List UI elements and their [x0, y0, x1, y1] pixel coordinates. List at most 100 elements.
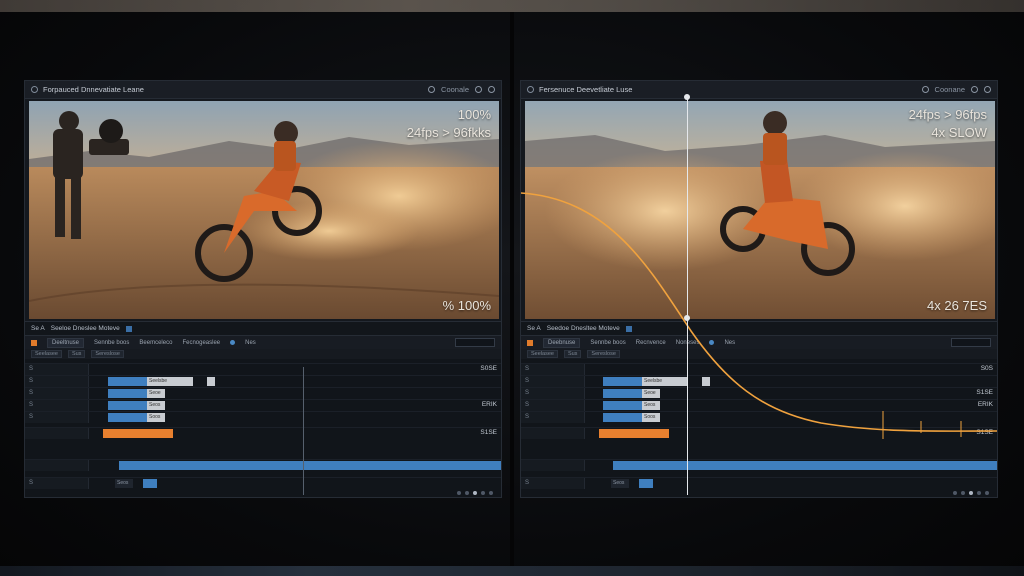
audio-clip[interactable]: [103, 429, 173, 438]
track-header[interactable]: S: [521, 376, 585, 387]
clip-label[interactable]: Seos: [611, 479, 629, 488]
right-track-area[interactable]: S S0S S Seelsbe S Seoe S1SE S Seos ERIK: [521, 359, 997, 497]
track-header[interactable]: [25, 460, 89, 471]
clip-label[interactable]: Seelsbe: [147, 377, 193, 386]
track-row[interactable]: S1SE: [25, 427, 501, 439]
track-row[interactable]: S Seos ERIK: [521, 399, 997, 411]
audio-clip[interactable]: [599, 429, 669, 438]
left-timeline-ruler[interactable]: Seelasee Sus Sereslose: [25, 349, 501, 359]
track-header[interactable]: S: [521, 412, 585, 423]
left-tool-1[interactable]: Sennbe boos: [94, 340, 129, 346]
clip-label[interactable]: Soos: [147, 413, 165, 422]
right-tool-0[interactable]: Deebnuse: [543, 337, 581, 348]
pager-dot[interactable]: [985, 491, 989, 495]
playhead-handle-icon[interactable]: [684, 94, 690, 100]
short-clip[interactable]: [639, 479, 653, 488]
pager-dot[interactable]: [953, 491, 957, 495]
left-pager[interactable]: [457, 491, 493, 495]
left-ruler-2[interactable]: Sereslose: [91, 350, 124, 358]
long-video-clip[interactable]: [613, 461, 997, 470]
left-ruler-0[interactable]: Seelasee: [31, 350, 62, 358]
track-header[interactable]: [521, 428, 585, 439]
track-header[interactable]: S: [521, 478, 585, 489]
track-header[interactable]: S: [521, 388, 585, 399]
video-clip[interactable]: [108, 413, 148, 422]
video-clip[interactable]: [603, 389, 643, 398]
track-header[interactable]: S: [521, 364, 585, 375]
right-video-viewer[interactable]: 24fps > 96fps 4x SLOW 4x 26 7ES: [525, 101, 995, 319]
right-tool-1[interactable]: Sennbe boos: [590, 340, 625, 346]
pager-dot[interactable]: [465, 491, 469, 495]
timeline-icon[interactable]: [625, 325, 632, 332]
video-clip[interactable]: [603, 401, 643, 410]
video-clip[interactable]: [603, 377, 643, 386]
track-row[interactable]: S Soos: [521, 411, 997, 423]
right-console-label[interactable]: Coonane: [935, 85, 965, 94]
track-row[interactable]: S Soos: [25, 411, 501, 423]
left-track-area[interactable]: S S0SE S Seelsbe S Seoe S Seos ERIK S So…: [25, 359, 501, 497]
power-icon[interactable]: [984, 86, 991, 93]
left-tool-0[interactable]: Deeltnuse: [47, 337, 85, 348]
right-search-box[interactable]: [951, 338, 991, 347]
video-clip[interactable]: [108, 401, 148, 410]
video-clip[interactable]: [603, 413, 643, 422]
video-clip[interactable]: [108, 377, 148, 386]
keyframe-icon[interactable]: [684, 315, 690, 321]
left-ruler-1[interactable]: Sus: [67, 350, 86, 358]
left-tool-4[interactable]: Nes: [245, 340, 256, 346]
pager-dot[interactable]: [977, 491, 981, 495]
right-tool-4[interactable]: Nes: [724, 340, 735, 346]
left-tool-2[interactable]: Beemceleco: [139, 340, 172, 346]
track-row[interactable]: S Seoe: [25, 387, 501, 399]
clip-label[interactable]: Seos: [147, 401, 165, 410]
track-header[interactable]: S: [25, 388, 89, 399]
track-header[interactable]: S: [25, 478, 89, 489]
video-clip[interactable]: [108, 389, 148, 398]
pager-dot[interactable]: [481, 491, 485, 495]
track-row[interactable]: S S0S: [521, 363, 997, 375]
right-pager[interactable]: [953, 491, 989, 495]
track-row[interactable]: S Seos: [25, 477, 501, 489]
track-header[interactable]: S: [25, 364, 89, 375]
track-header[interactable]: S: [25, 412, 89, 423]
settings-icon[interactable]: [428, 86, 436, 93]
right-ruler-2[interactable]: Sereslose: [587, 350, 620, 358]
track-row[interactable]: [521, 459, 997, 471]
track-row[interactable]: S1SE: [521, 427, 997, 439]
track-header[interactable]: [521, 460, 585, 471]
track-row[interactable]: S Seelsbe: [25, 375, 501, 387]
track-header[interactable]: [25, 428, 89, 439]
record-icon[interactable]: [527, 339, 533, 346]
power-icon[interactable]: [488, 86, 495, 93]
clip-label[interactable]: Seelsbe: [642, 377, 688, 386]
track-row[interactable]: S S0SE: [25, 363, 501, 375]
pager-dot[interactable]: [473, 491, 477, 495]
marker-icon[interactable]: [230, 340, 236, 345]
refresh-icon[interactable]: [475, 86, 482, 93]
track-header[interactable]: S: [25, 376, 89, 387]
pager-dot[interactable]: [457, 491, 461, 495]
right-ruler-0[interactable]: Seelasee: [527, 350, 558, 358]
left-playhead[interactable]: [303, 367, 304, 495]
track-header[interactable]: S: [521, 400, 585, 411]
right-timeline-ruler[interactable]: Seelasee Sus Sereslose: [521, 349, 997, 359]
right-ruler-1[interactable]: Sus: [563, 350, 582, 358]
settings-icon[interactable]: [921, 86, 929, 93]
record-icon[interactable]: [31, 339, 37, 346]
clip-label[interactable]: Seos: [642, 401, 660, 410]
pager-dot[interactable]: [969, 491, 973, 495]
track-row[interactable]: S Seos: [521, 477, 997, 489]
track-row[interactable]: [25, 459, 501, 471]
short-clip[interactable]: [143, 479, 157, 488]
refresh-icon[interactable]: [971, 86, 978, 93]
left-console-label[interactable]: Coonale: [441, 85, 469, 94]
clip-label[interactable]: Seos: [115, 479, 133, 488]
left-tool-3[interactable]: Fecnogeaslee: [182, 340, 220, 346]
long-video-clip[interactable]: [119, 461, 501, 470]
track-header[interactable]: S: [25, 400, 89, 411]
clip-label[interactable]: Soos: [642, 413, 660, 422]
left-video-viewer[interactable]: 100% 24fps > 96fkks % 100%: [29, 101, 499, 319]
right-playhead[interactable]: [687, 97, 688, 495]
track-row[interactable]: S Seelsbe: [521, 375, 997, 387]
timeline-icon[interactable]: [125, 325, 132, 332]
